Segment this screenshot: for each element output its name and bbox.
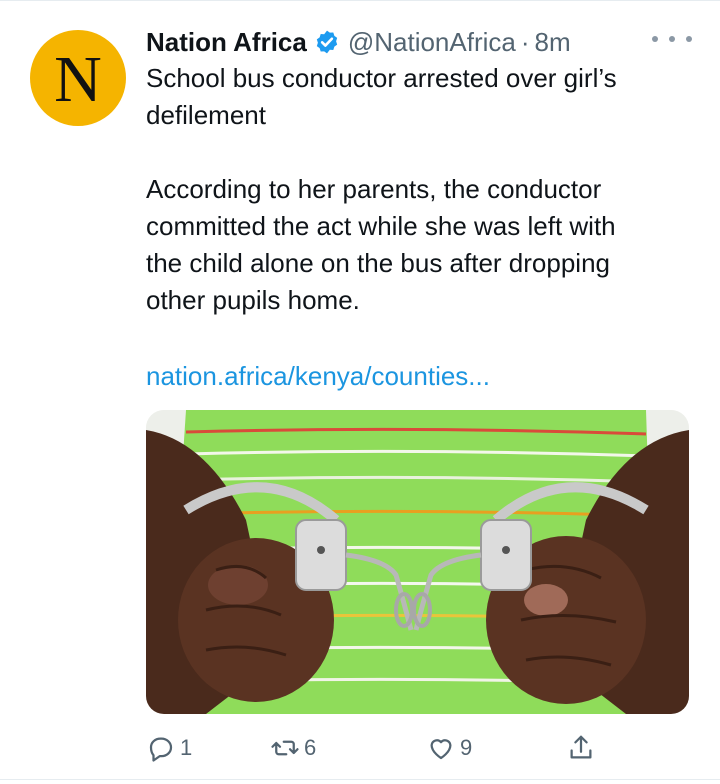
bottom-divider [0, 779, 720, 780]
more-dot [669, 36, 675, 42]
avatar[interactable]: N [30, 30, 126, 126]
body-line: the child alone on the bus after droppin… [146, 248, 611, 278]
timestamp[interactable]: 8m [535, 27, 571, 58]
handcuffed-hands-photo [146, 410, 689, 714]
body-line: committed the act while she was left wit… [146, 211, 616, 241]
more-options-icon[interactable] [652, 36, 692, 46]
reply-icon [149, 737, 173, 762]
more-dot [652, 36, 658, 42]
retweet-count: 6 [304, 735, 317, 760]
verified-badge-icon [316, 30, 338, 54]
like-count: 9 [460, 735, 473, 760]
reply-count: 1 [180, 735, 193, 760]
retweet-icon [271, 740, 299, 756]
reply-button[interactable]: 1 [146, 728, 192, 768]
heart-icon [430, 739, 452, 760]
share-icon [570, 735, 592, 759]
tweet-body: According to her parents, the conductor … [146, 171, 706, 319]
display-name[interactable]: Nation Africa [146, 27, 307, 58]
headline-line: School bus conductor arrested over girl’… [146, 63, 617, 93]
tweet-image[interactable] [146, 410, 689, 714]
body-line: other pupils home. [146, 285, 360, 315]
body-line: According to her parents, the conductor [146, 174, 602, 204]
share-button[interactable] [566, 728, 600, 768]
like-button[interactable]: 9 [426, 728, 472, 768]
top-divider [0, 0, 720, 1]
article-link[interactable]: nation.africa/kenya/counties... [146, 358, 490, 395]
retweet-button[interactable]: 6 [270, 728, 316, 768]
headline-line: defilement [146, 100, 266, 130]
tweet-headline: School bus conductor arrested over girl’… [146, 60, 706, 134]
tweet-header: Nation Africa @NationAfrica · 8m [146, 24, 706, 60]
more-dot [686, 36, 692, 42]
avatar-letter: N [54, 43, 102, 116]
header-separator: · [520, 26, 530, 57]
account-handle[interactable]: @NationAfrica [348, 27, 516, 58]
tweet-actions: 1 6 9 [146, 728, 606, 768]
